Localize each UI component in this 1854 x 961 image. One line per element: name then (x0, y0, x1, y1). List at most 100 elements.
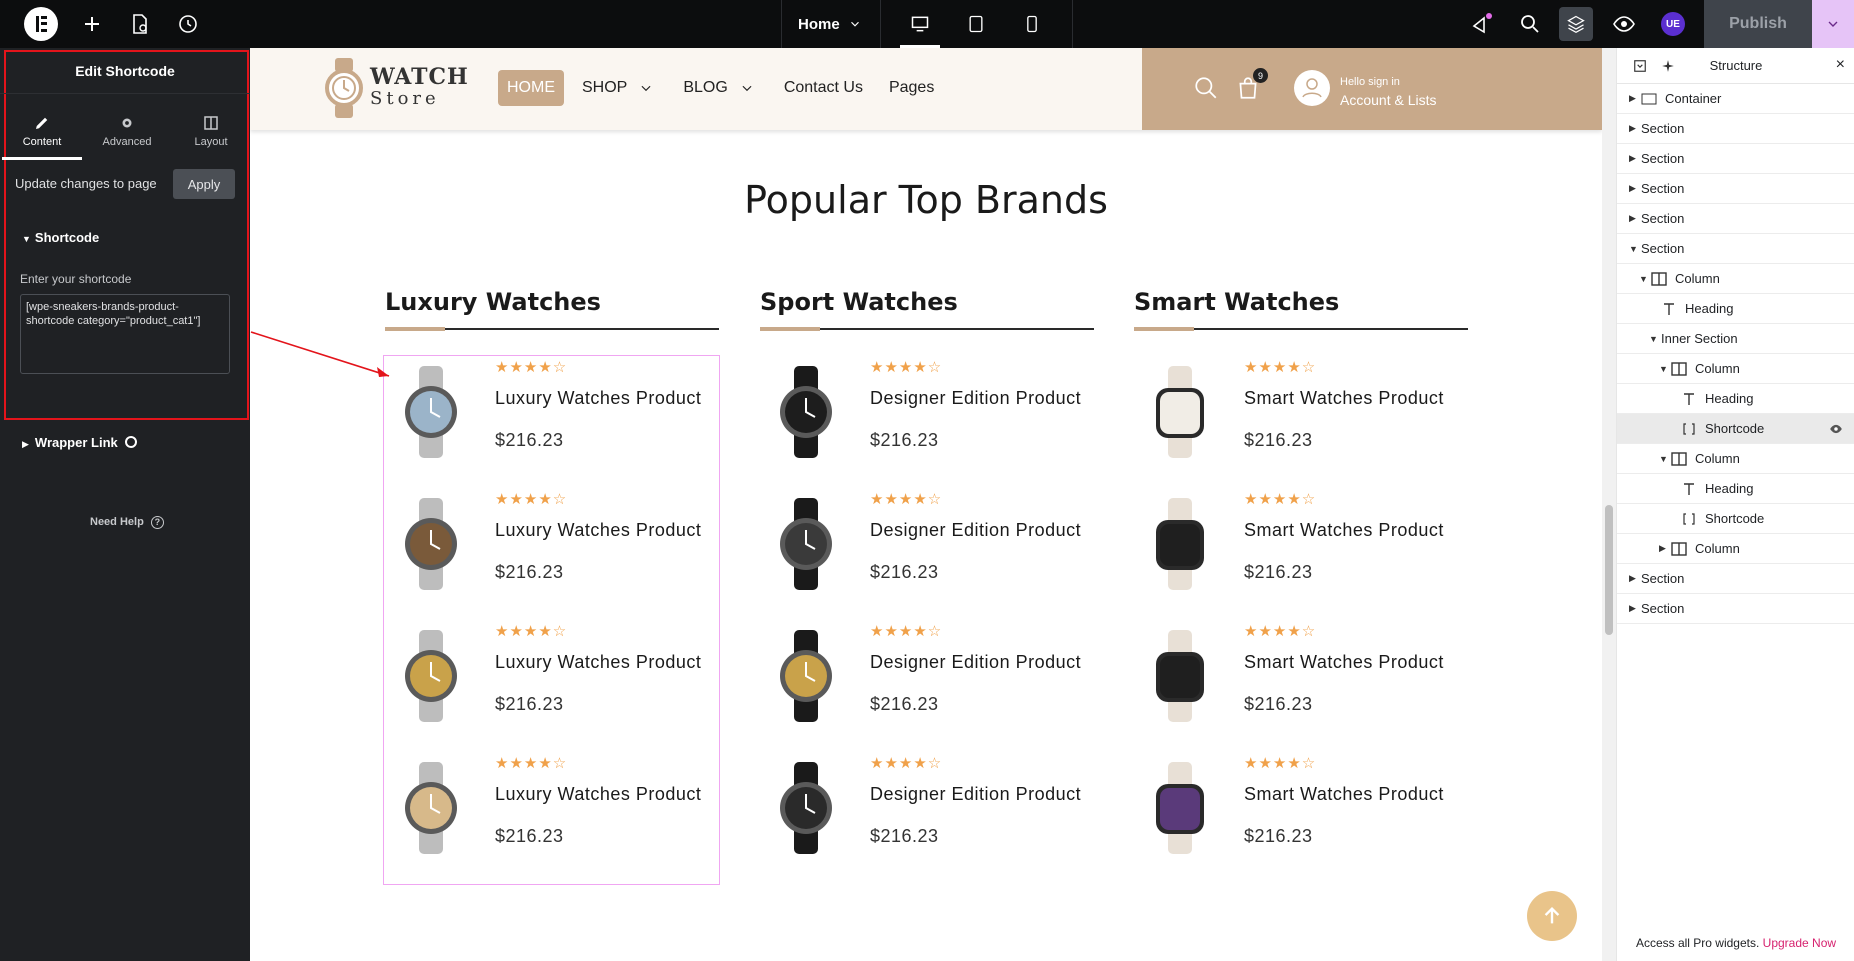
structure-item-container[interactable]: ▶ Container (1617, 84, 1854, 114)
nav-item-contact[interactable]: Contact Us (776, 70, 871, 106)
search-icon[interactable] (1193, 75, 1219, 101)
watch-product-image[interactable] (770, 628, 842, 724)
eye-icon[interactable] (1829, 422, 1843, 436)
publish-options-button[interactable] (1812, 0, 1854, 48)
site-logo[interactable]: WATCH Store (370, 64, 469, 109)
watch-product-image[interactable] (1144, 760, 1216, 856)
tab-content[interactable]: Content (2, 106, 82, 160)
widget-edit-panel: Edit Shortcode Content Advanced Layout U… (0, 48, 250, 961)
tree-caret-icon[interactable]: ▶ (1629, 213, 1641, 224)
watch-product-image[interactable] (1144, 628, 1216, 724)
nav-item-home[interactable]: HOME (498, 70, 564, 106)
structure-item-section[interactable]: ▶ Section (1617, 594, 1854, 624)
history-icon[interactable] (176, 12, 200, 36)
column-icon (1671, 541, 1687, 556)
user-avatar[interactable]: UE (1661, 12, 1685, 36)
tree-caret-icon[interactable]: ▶ (1629, 123, 1641, 134)
tree-caret-icon[interactable]: ▼ (1639, 274, 1651, 284)
scrollbar-thumb[interactable] (1605, 505, 1613, 635)
tablet-view-button[interactable] (948, 0, 1004, 48)
structure-item-column[interactable]: ▼ Column (1617, 354, 1854, 384)
tab-layout[interactable]: Layout (171, 106, 251, 160)
chevron-down-icon[interactable] (740, 81, 754, 95)
structure-item-label: Section (1641, 211, 1685, 226)
product-name[interactable]: Smart Watches Product (1244, 784, 1466, 805)
tree-caret-icon[interactable]: ▼ (1629, 244, 1641, 254)
product-name[interactable]: Designer Edition Product (870, 784, 1092, 805)
nav-item-blog[interactable]: BLOG (675, 70, 735, 106)
watch-product-image[interactable] (1144, 364, 1216, 460)
structure-item-section[interactable]: ▶ Section (1617, 204, 1854, 234)
structure-item-column[interactable]: ▼ Column (1617, 444, 1854, 474)
structure-item-section[interactable]: ▶ Section (1617, 144, 1854, 174)
watch-product-image[interactable] (770, 364, 842, 460)
product-name[interactable]: Designer Edition Product (870, 388, 1092, 409)
notifications-icon[interactable] (1470, 12, 1494, 36)
structure-item-column[interactable]: ▼ Column (1617, 264, 1854, 294)
tree-caret-icon[interactable]: ▼ (1659, 364, 1671, 374)
product-card[interactable]: ★★★★☆ Designer Edition Product $216.23 (760, 744, 1094, 876)
tree-caret-icon[interactable]: ▶ (1629, 183, 1641, 194)
product-card[interactable]: ★★★★☆ Smart Watches Product $216.23 (1134, 744, 1468, 876)
tree-caret-icon[interactable]: ▶ (1629, 93, 1641, 104)
tree-caret-icon[interactable]: ▶ (1629, 573, 1641, 584)
structure-item-label: Inner Section (1661, 331, 1738, 346)
structure-item-section[interactable]: ▶ Section (1617, 114, 1854, 144)
watch-product-image[interactable] (770, 496, 842, 592)
product-name[interactable]: Smart Watches Product (1244, 388, 1466, 409)
account-lists-link[interactable]: Account & Lists (1340, 92, 1437, 108)
rating-stars: ★★★★☆ (870, 359, 943, 376)
shortcode-section-toggle[interactable]: ▼ Shortcode (22, 230, 99, 245)
mobile-view-button[interactable] (1004, 0, 1060, 48)
product-card[interactable]: ★★★★☆ Designer Edition Product $216.23 (760, 612, 1094, 744)
nav-item-shop[interactable]: SHOP (574, 70, 635, 106)
structure-item-column[interactable]: ▶ Column (1617, 534, 1854, 564)
desktop-view-button[interactable] (892, 0, 948, 48)
structure-item-section[interactable]: ▼ Section (1617, 234, 1854, 264)
preview-eye-icon[interactable] (1612, 12, 1636, 36)
product-name[interactable]: Designer Edition Product (870, 652, 1092, 673)
product-name[interactable]: Smart Watches Product (1244, 652, 1466, 673)
product-card[interactable]: ★★★★☆ Smart Watches Product $216.23 (1134, 348, 1468, 480)
product-card[interactable]: ★★★★☆ Designer Edition Product $216.23 (760, 348, 1094, 480)
tree-caret-icon[interactable]: ▶ (1659, 543, 1671, 554)
structure-item-section[interactable]: ▶ Section (1617, 174, 1854, 204)
upgrade-now-link[interactable]: Upgrade Now (1763, 936, 1836, 950)
product-name[interactable]: Designer Edition Product (870, 520, 1092, 541)
user-icon[interactable] (1294, 70, 1330, 106)
elementor-logo-icon[interactable] (24, 7, 58, 41)
watch-product-image[interactable] (1144, 496, 1216, 592)
page-settings-icon[interactable] (128, 12, 152, 36)
close-icon[interactable]: × (1836, 56, 1845, 74)
tree-caret-icon[interactable]: ▶ (1629, 603, 1641, 614)
structure-item-shortcode[interactable]: Shortcode (1617, 504, 1854, 534)
tab-advanced[interactable]: Advanced (87, 106, 167, 160)
logo-top-text: WATCH (370, 64, 469, 90)
structure-toggle-button[interactable] (1559, 7, 1593, 41)
structure-item-heading[interactable]: Heading (1617, 474, 1854, 504)
structure-item-heading[interactable]: Heading (1617, 384, 1854, 414)
tree-caret-icon[interactable]: ▼ (1649, 334, 1661, 344)
scroll-to-top-button[interactable] (1527, 891, 1577, 941)
product-card[interactable]: ★★★★☆ Designer Edition Product $216.23 (760, 480, 1094, 612)
add-element-icon[interactable] (80, 12, 104, 36)
publish-button[interactable]: Publish (1704, 0, 1812, 48)
wrapper-link-section-toggle[interactable]: ▶ Wrapper Link (22, 435, 138, 450)
chevron-down-icon[interactable] (639, 81, 653, 95)
product-card[interactable]: ★★★★☆ Smart Watches Product $216.23 (1134, 480, 1468, 612)
shortcode-input[interactable]: [wpe-sneakers-brands-product-shortcode c… (20, 294, 230, 374)
structure-item-section[interactable]: ▶ Section (1617, 564, 1854, 594)
apply-button[interactable]: Apply (173, 169, 235, 199)
search-icon[interactable] (1518, 12, 1542, 36)
structure-item-inner[interactable]: ▼ Inner Section (1617, 324, 1854, 354)
product-name[interactable]: Smart Watches Product (1244, 520, 1466, 541)
need-help-link[interactable]: Need Help ? (90, 516, 164, 529)
tree-caret-icon[interactable]: ▶ (1629, 153, 1641, 164)
product-card[interactable]: ★★★★☆ Smart Watches Product $216.23 (1134, 612, 1468, 744)
nav-item-pages[interactable]: Pages (881, 70, 942, 106)
watch-product-image[interactable] (770, 760, 842, 856)
structure-item-heading[interactable]: Heading (1617, 294, 1854, 324)
structure-item-shortcode[interactable]: Shortcode (1617, 414, 1854, 444)
tree-caret-icon[interactable]: ▼ (1659, 454, 1671, 464)
canvas-scrollbar[interactable] (1602, 48, 1616, 961)
